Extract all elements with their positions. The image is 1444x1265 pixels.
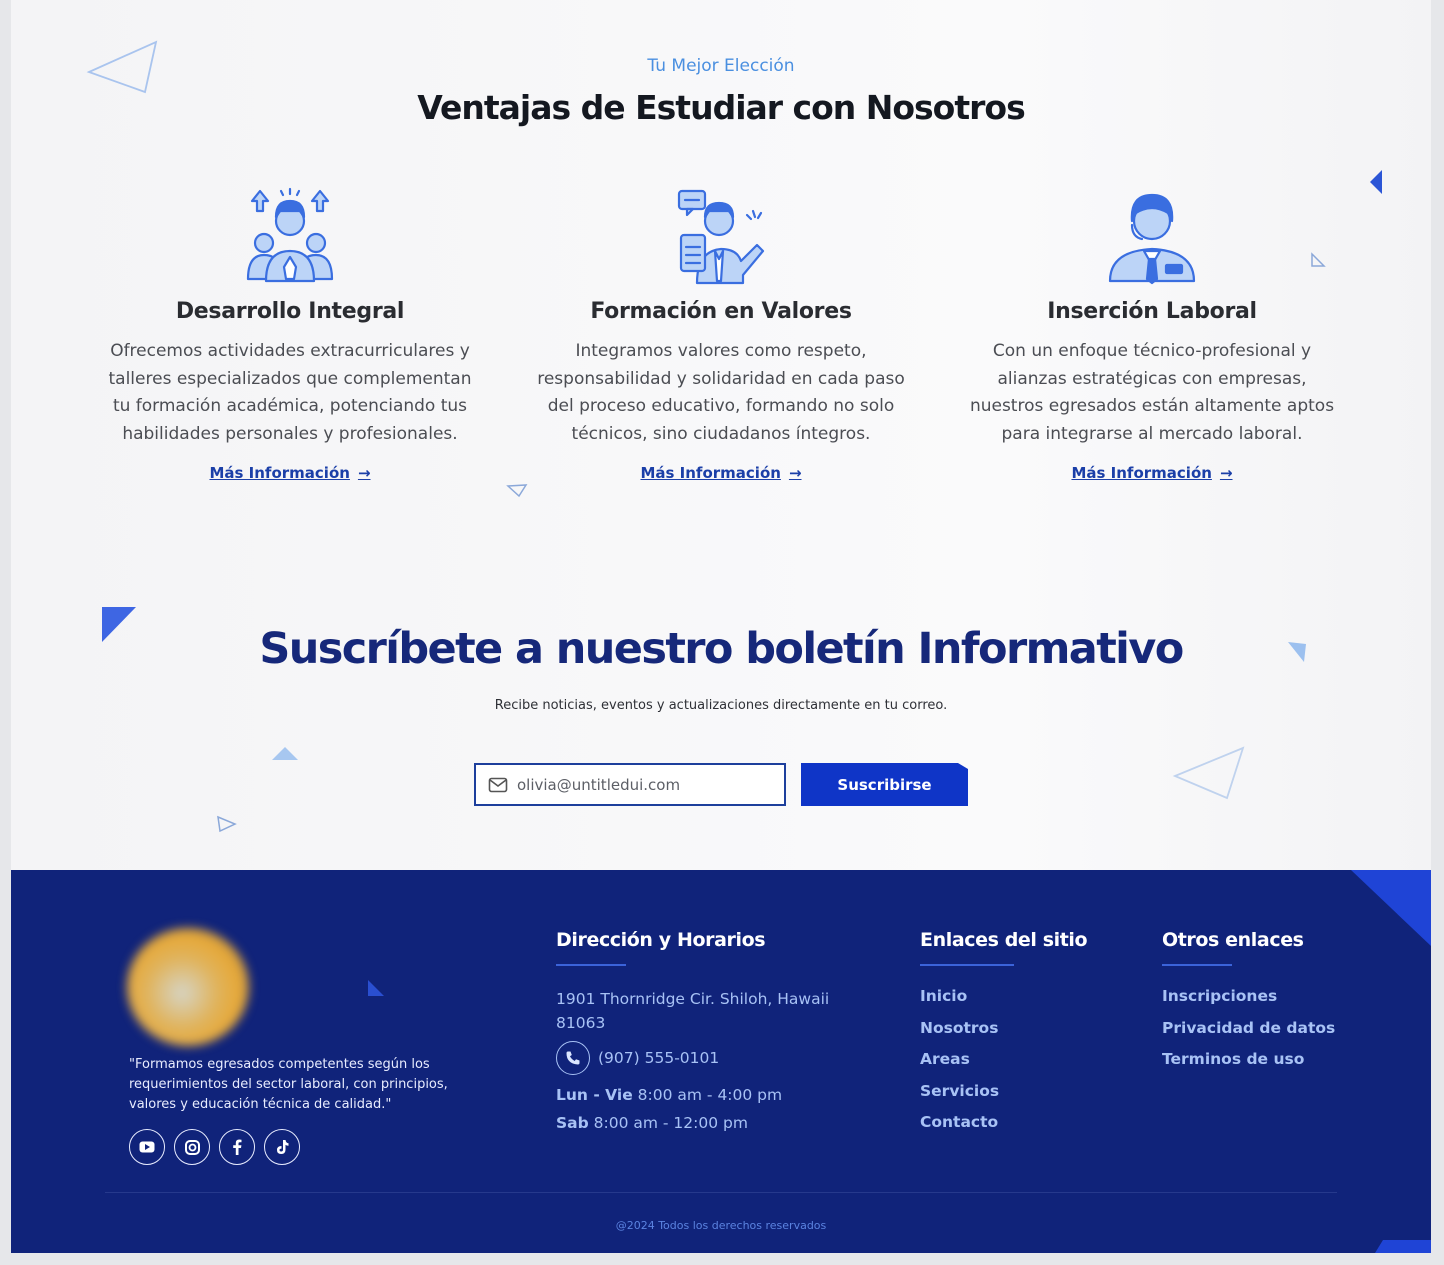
address-title: Dirección y Horarios (556, 929, 766, 951)
corner-triangle-decoration (1351, 870, 1431, 946)
facebook-icon[interactable] (219, 1129, 255, 1165)
site-links-list: Inicio Nosotros Areas Servicios Contacto (920, 987, 999, 1145)
hours-saturday: Sab 8:00 am - 12:00 pm (556, 1114, 748, 1132)
more-info-link[interactable]: Más Información → (1071, 464, 1232, 482)
hours-time: 8:00 am - 4:00 pm (637, 1086, 783, 1104)
tiktok-icon[interactable] (264, 1129, 300, 1165)
feature-title: Formación en Valores (590, 299, 852, 324)
hours-time: 8:00 am - 12:00 pm (593, 1114, 748, 1132)
footer: "Formamos egresados competentes según lo… (11, 870, 1431, 1253)
footer-link-servicios[interactable]: Servicios (920, 1082, 999, 1114)
feature-description: Ofrecemos actividades extracurriculares … (108, 341, 472, 444)
footer-link-areas[interactable]: Areas (920, 1050, 999, 1082)
triangle-outline-decoration (506, 484, 528, 498)
feature-title: Desarrollo Integral (175, 299, 405, 324)
phone-number: (907) 555-0101 (598, 1049, 720, 1067)
arrow-right-icon: → (788, 464, 802, 482)
professional-person-icon (1108, 193, 1196, 285)
arrow-right-icon: → (1219, 464, 1233, 482)
team-growth-icon (246, 187, 334, 283)
triangle-outline-decoration (217, 815, 237, 833)
triangle-solid-decoration (1370, 170, 1382, 194)
title-underline (1162, 964, 1232, 966)
arrow-right-icon: → (357, 464, 371, 482)
footer-divider (105, 1192, 1337, 1193)
footer-link-terminos[interactable]: Terminos de uso (1162, 1050, 1335, 1082)
other-links-list: Inscripciones Privacidad de datos Termin… (1162, 987, 1335, 1082)
subscribe-button[interactable]: Suscribirse (801, 763, 968, 806)
more-info-label: Más Información (640, 464, 781, 482)
triangle-outline-decoration (1172, 746, 1245, 800)
page: Tu Mejor Elección Ventajas de Estudiar c… (11, 0, 1431, 1253)
title-underline (920, 964, 1014, 966)
feature-description: Integramos valores como respeto, respons… (537, 341, 905, 444)
site-links-title: Enlaces del sitio (920, 929, 1088, 951)
footer-link-nosotros[interactable]: Nosotros (920, 1019, 999, 1051)
hours-weekdays: Lun - Vie 8:00 am - 4:00 pm (556, 1086, 782, 1104)
social-links (129, 1129, 300, 1165)
address-text: 1901 Thornridge Cir. Shiloh, Hawaii 8106… (556, 990, 830, 1032)
phone-icon (556, 1041, 590, 1075)
hours-days: Lun - Vie (556, 1086, 633, 1104)
newsletter-subtitle: Recibe noticias, eventos y actualizacion… (494, 698, 948, 713)
footer-link-contacto[interactable]: Contacto (920, 1113, 999, 1145)
phone-row[interactable]: (907) 555-0101 (556, 1041, 719, 1075)
more-info-link[interactable]: Más Información → (640, 464, 801, 482)
instagram-icon[interactable] (174, 1129, 210, 1165)
youtube-icon[interactable] (129, 1129, 165, 1165)
triangle-solid-decoration (272, 747, 298, 760)
email-field[interactable] (474, 763, 786, 806)
more-info-label: Más Información (1071, 464, 1212, 482)
feature-card: Formación en Valores Integramos valores … (531, 185, 911, 482)
title-underline (556, 964, 626, 966)
section-eyebrow: Tu Mejor Elección (647, 56, 795, 76)
mail-icon (488, 777, 508, 792)
feature-title: Inserción Laboral (1047, 299, 1257, 324)
footer-link-inscripciones[interactable]: Inscripciones (1162, 987, 1335, 1019)
footer-link-inicio[interactable]: Inicio (920, 987, 999, 1019)
corner-triangle-decoration (1375, 1240, 1431, 1253)
logo (127, 928, 249, 1046)
footer-link-privacidad[interactable]: Privacidad de datos (1162, 1019, 1335, 1051)
feature-description: Con un enfoque técnico-profesional y ali… (969, 341, 1335, 444)
email-input[interactable] (517, 775, 784, 794)
other-links-title: Otros enlaces (1162, 929, 1304, 951)
feature-card: Desarrollo Integral Ofrecemos actividade… (100, 185, 480, 482)
hours-days: Sab (556, 1114, 589, 1132)
feature-card: Inserción Laboral Con un enfoque técnico… (962, 185, 1342, 482)
more-info-label: Más Información (209, 464, 350, 482)
section-title: Ventajas de Estudiar con Nosotros (417, 88, 1025, 127)
copyright: @2024 Todos los derechos reservados (615, 1219, 827, 1232)
triangle-solid-decoration (368, 980, 384, 996)
footer-quote: "Formamos egresados competentes según lo… (129, 1057, 448, 1112)
newsletter-title: Suscríbete a nuestro boletín Informativo (259, 624, 1184, 674)
more-info-link[interactable]: Más Información → (209, 464, 370, 482)
values-training-icon (677, 189, 765, 285)
